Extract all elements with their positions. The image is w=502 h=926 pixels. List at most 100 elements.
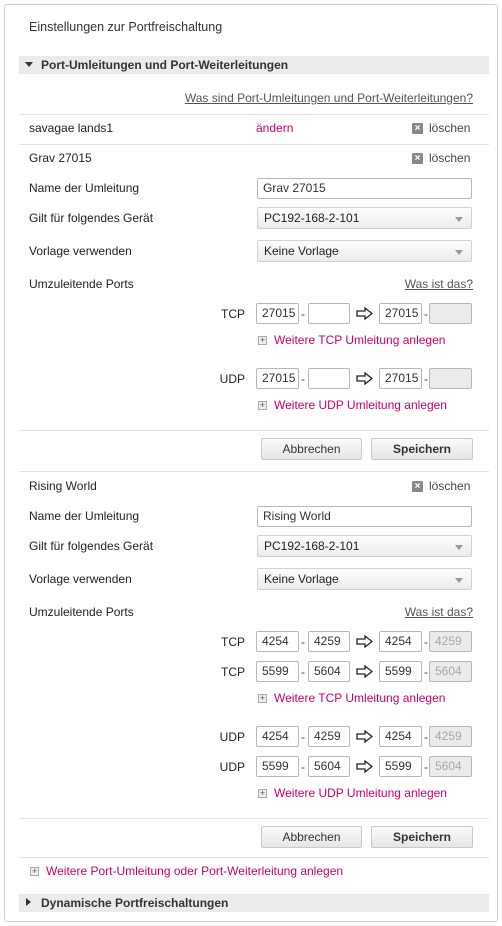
right-arrow-icon (356, 307, 373, 320)
tcp-label: TCP (221, 635, 245, 649)
udp-label: UDP (219, 760, 245, 774)
udp-from-port[interactable]: 27015 (256, 368, 299, 389)
right-arrow-icon (356, 372, 373, 385)
plus-box-icon[interactable]: + (258, 789, 267, 798)
dash: - (301, 307, 305, 321)
entry-header-rising: Rising World (29, 479, 97, 493)
udp-label: UDP (219, 372, 245, 386)
section-port-forwarding[interactable]: Port-Umleitungen und Port-Weiterleitunge… (19, 56, 489, 74)
dash: - (301, 635, 305, 649)
section-dynamic-ports[interactable]: Dynamische Portfreischaltungen (19, 894, 489, 912)
chevron-down-icon (455, 217, 463, 222)
section-label: Port-Umleitungen und Port-Weiterleitunge… (41, 58, 289, 72)
delete-link-grav[interactable]: löschen (429, 151, 470, 165)
divider (19, 471, 489, 472)
name-input-grav[interactable]: Grav 27015 (257, 178, 472, 199)
plus-box-icon[interactable]: + (258, 694, 267, 703)
help-link[interactable]: Was sind Port-Umleitungen und Port-Weite… (185, 91, 473, 105)
udp-dst-from-port[interactable]: 4254 (379, 726, 422, 747)
tcp-to-port[interactable] (308, 303, 350, 324)
tcp-from-port[interactable]: 4254 (256, 631, 299, 652)
device-value: PC192-168-2-101 (264, 211, 360, 225)
tcp-label: TCP (221, 665, 245, 679)
divider (19, 857, 489, 858)
chevron-down-icon (455, 250, 463, 255)
label-device: Gilt für folgendes Gerät (29, 539, 154, 553)
dash: - (424, 665, 428, 679)
udp-label: UDP (219, 730, 245, 744)
udp-to-port[interactable]: 5604 (308, 756, 350, 777)
name-input-rising[interactable]: Rising World (257, 506, 472, 527)
tcp-dst-from-port[interactable]: 4254 (379, 631, 422, 652)
entry-name-savagae: savagae lands1 (29, 121, 114, 135)
tcp-dst-to-port: 5604 (429, 661, 472, 682)
cancel-button-rising[interactable]: Abbrechen (261, 826, 362, 848)
label-device: Gilt für folgendes Gerät (29, 211, 154, 225)
device-select-rising[interactable]: PC192-168-2-101 (257, 535, 472, 557)
device-select-grav[interactable]: PC192-168-2-101 (257, 207, 472, 229)
divider (19, 430, 489, 431)
dash: - (301, 665, 305, 679)
expand-triangle-icon (26, 898, 31, 906)
plus-box-icon[interactable]: + (30, 867, 39, 876)
template-select-grav[interactable]: Keine Vorlage (257, 240, 472, 262)
right-arrow-icon (356, 665, 373, 678)
tcp-to-port[interactable]: 5604 (308, 661, 350, 682)
udp-dst-to-port: 4259 (429, 726, 472, 747)
label-name: Name der Umleitung (29, 181, 140, 195)
more-udp-link[interactable]: Weitere UDP Umleitung anlegen (274, 786, 447, 800)
more-udp-link[interactable]: Weitere UDP Umleitung anlegen (274, 398, 447, 412)
more-forward-link[interactable]: Weitere Port-Umleitung oder Port-Weiterl… (46, 864, 343, 878)
label-ports: Umzuleitende Ports (29, 277, 134, 291)
more-tcp-link[interactable]: Weitere TCP Umleitung anlegen (274, 691, 445, 705)
delete-x-icon[interactable]: × (412, 481, 423, 492)
dash: - (424, 730, 428, 744)
delete-x-icon[interactable]: × (412, 123, 423, 134)
edit-link[interactable]: ändern (256, 121, 293, 135)
dash: - (301, 760, 305, 774)
dash: - (424, 635, 428, 649)
tcp-dst-from-port[interactable]: 5599 (379, 661, 422, 682)
plus-box-icon[interactable]: + (258, 401, 267, 410)
label-template: Vorlage verwenden (29, 572, 132, 586)
panel-title: Einstellungen zur Portfreischaltung (29, 20, 223, 34)
section-label: Dynamische Portfreischaltungen (41, 896, 229, 910)
tcp-dst-to-port: 4259 (429, 631, 472, 652)
dash: - (424, 760, 428, 774)
save-button-grav[interactable]: Speichern (371, 438, 473, 460)
collapse-triangle-icon (25, 62, 33, 67)
label-ports: Umzuleitende Ports (29, 605, 134, 619)
template-value: Keine Vorlage (264, 572, 339, 586)
plus-box-icon[interactable]: + (258, 336, 267, 345)
udp-from-port[interactable]: 4254 (256, 726, 299, 747)
udp-to-port[interactable] (308, 368, 350, 389)
tcp-from-port[interactable]: 5599 (256, 661, 299, 682)
udp-from-port[interactable]: 5599 (256, 756, 299, 777)
chevron-down-icon (455, 545, 463, 550)
more-tcp-link[interactable]: Weitere TCP Umleitung anlegen (274, 333, 445, 347)
divider (19, 818, 489, 819)
udp-to-port[interactable]: 4259 (308, 726, 350, 747)
settings-panel: Einstellungen zur Portfreischaltung Port… (4, 4, 498, 922)
udp-dst-from-port[interactable]: 27015 (379, 368, 422, 389)
tcp-dst-from-port[interactable]: 27015 (379, 303, 422, 324)
tcp-from-port[interactable]: 27015 (256, 303, 299, 324)
right-arrow-icon (356, 730, 373, 743)
label-template: Vorlage verwenden (29, 244, 132, 258)
delete-link-savagae[interactable]: löschen (429, 121, 470, 135)
tcp-to-port[interactable]: 4259 (308, 631, 350, 652)
entry-header-grav: Grav 27015 (29, 151, 92, 165)
dash: - (301, 372, 305, 386)
what-is-this-link[interactable]: Was ist das? (405, 277, 473, 291)
delete-x-icon[interactable]: × (412, 153, 423, 164)
dash: - (424, 372, 428, 386)
dash: - (301, 730, 305, 744)
tcp-label: TCP (221, 307, 245, 321)
save-button-rising[interactable]: Speichern (371, 826, 473, 848)
template-select-rising[interactable]: Keine Vorlage (257, 568, 472, 590)
udp-dst-from-port[interactable]: 5599 (379, 756, 422, 777)
divider (19, 114, 489, 115)
delete-link-rising[interactable]: löschen (429, 479, 470, 493)
cancel-button-grav[interactable]: Abbrechen (261, 438, 362, 460)
what-is-this-link[interactable]: Was ist das? (405, 605, 473, 619)
